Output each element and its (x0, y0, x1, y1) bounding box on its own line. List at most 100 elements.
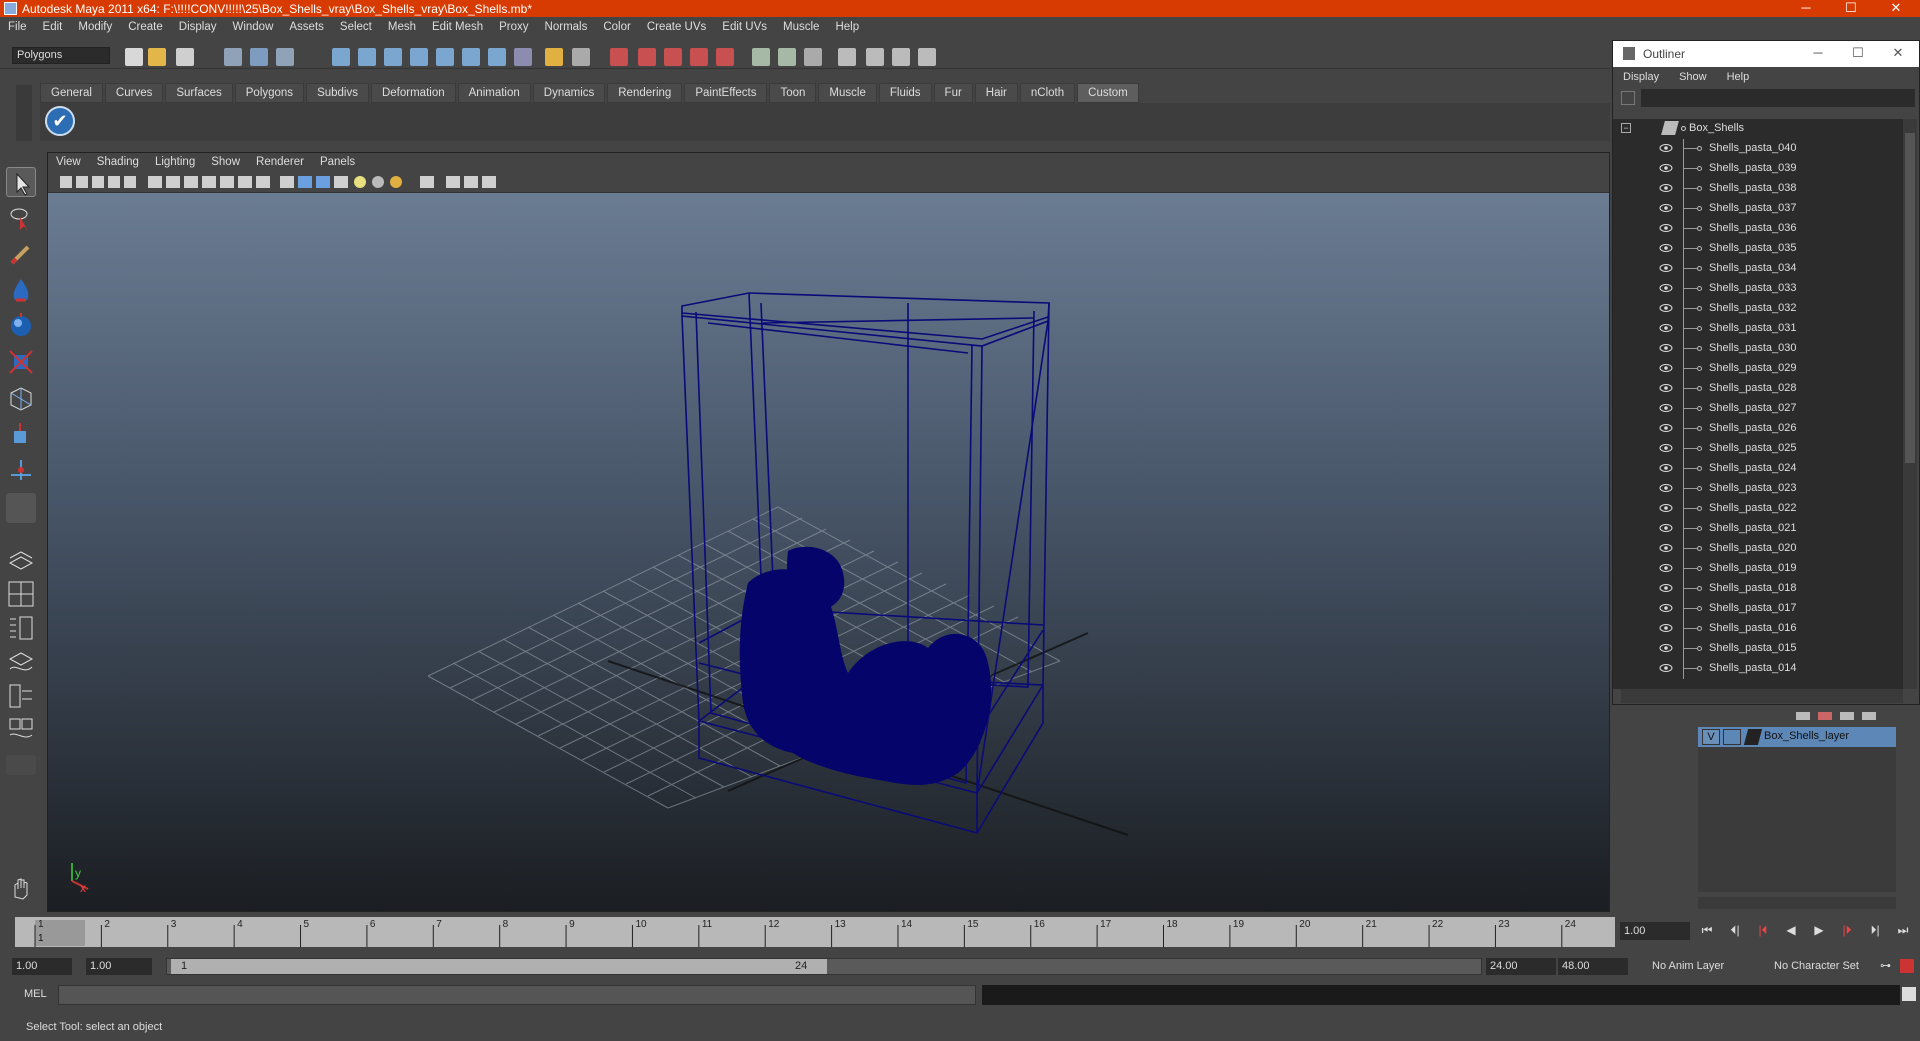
outliner-item[interactable]: Shells_pasta_022 (1613, 499, 1903, 519)
outliner-horizontal-scrollbar[interactable] (1621, 689, 1903, 703)
snap-live-icon[interactable] (462, 48, 480, 66)
layer-row[interactable]: V Box_Shells_layer (1698, 727, 1896, 747)
menu-edit-mesh[interactable]: Edit Mesh (424, 21, 491, 33)
play-backwards-button[interactable]: ◀ (1781, 923, 1801, 941)
snap-grid-icon[interactable] (332, 48, 350, 66)
field-chart-icon[interactable] (220, 176, 234, 188)
paint-select-tool-icon[interactable] (6, 239, 36, 269)
render-view-icon[interactable] (892, 48, 910, 66)
menu-assets[interactable]: Assets (281, 21, 332, 33)
snap-plane-icon[interactable] (410, 48, 428, 66)
hand-tool-icon[interactable] (6, 873, 36, 903)
menu-select[interactable]: Select (332, 21, 380, 33)
auto-key-icon[interactable]: ⊶ (1880, 959, 1896, 973)
select-highlight-icon[interactable] (572, 48, 590, 66)
layer-display-type-toggle[interactable] (1723, 729, 1741, 745)
snap-curve-icon[interactable] (358, 48, 376, 66)
tab-custom[interactable]: Custom (1077, 83, 1139, 103)
shelf-options-handle[interactable] (16, 85, 32, 141)
two-d-pan-icon[interactable] (124, 176, 136, 188)
menu-create[interactable]: Create (120, 21, 171, 33)
hypershade-icon[interactable] (716, 48, 734, 66)
outliner-item[interactable]: Shells_pasta_027 (1613, 399, 1903, 419)
menu-display[interactable]: Display (171, 21, 225, 33)
channel-box-icon[interactable] (752, 48, 770, 66)
single-perspective-layout-icon[interactable] (6, 545, 36, 575)
menu-modify[interactable]: Modify (70, 21, 120, 33)
menu-color[interactable]: Color (595, 21, 638, 33)
menu-file[interactable]: File (0, 21, 35, 33)
menu-normals[interactable]: Normals (537, 21, 596, 33)
wireframe-on-shaded-icon[interactable] (316, 176, 330, 188)
xray-joints-icon[interactable] (464, 176, 478, 188)
camera-manipulator-icon[interactable] (482, 176, 496, 188)
layer-buttons-icon[interactable] (1794, 709, 1904, 723)
tab-ncloth[interactable]: nCloth (1019, 83, 1076, 103)
outliner-minimize-button[interactable]: ─ (1803, 45, 1833, 63)
viewport-menu-view[interactable]: View (48, 156, 89, 168)
snap-view-icon[interactable] (488, 48, 506, 66)
outliner-item[interactable]: Shells_pasta_034 (1613, 259, 1903, 279)
tab-hair[interactable]: Hair (974, 83, 1018, 103)
lasso-tool-icon[interactable] (6, 203, 36, 233)
outliner-item[interactable]: Shells_pasta_031 (1613, 319, 1903, 339)
shadows-icon[interactable] (372, 176, 384, 188)
minimize-button[interactable]: ─ (1784, 0, 1828, 17)
tab-muscle[interactable]: Muscle (818, 83, 877, 103)
checkmark-shelf-icon[interactable]: ✔ (45, 106, 75, 136)
gate-mask-icon[interactable] (202, 176, 216, 188)
mode-dropdown[interactable]: Polygons (12, 47, 110, 64)
snap-surface-icon[interactable] (436, 48, 454, 66)
tab-subdivs[interactable]: Subdivs (306, 83, 369, 103)
default-light-icon[interactable] (354, 176, 366, 188)
move-tool-icon[interactable] (6, 311, 36, 341)
outliner-item[interactable]: Shells_pasta_026 (1613, 419, 1903, 439)
outliner-persp-layout-icon[interactable] (6, 613, 36, 643)
script-editor-button-icon[interactable] (1902, 987, 1916, 1001)
animation-preferences-icon[interactable] (1900, 959, 1914, 973)
construction-history-icon[interactable] (610, 48, 628, 66)
menu-edit-uvs[interactable]: Edit UVs (714, 21, 775, 33)
new-scene-icon[interactable] (125, 48, 143, 66)
outliner-item[interactable]: Shells_pasta_025 (1613, 439, 1903, 459)
outliner-item[interactable]: Shells_pasta_029 (1613, 359, 1903, 379)
mel-label[interactable]: MEL (24, 988, 47, 1000)
range-slider-track[interactable]: 1 24 (166, 958, 1482, 975)
resolution-gate-icon[interactable] (184, 176, 198, 188)
viewport-menu-shading[interactable]: Shading (89, 156, 147, 168)
step-forward-key-button[interactable]: ⏵| (1865, 923, 1885, 941)
outliner-item[interactable]: Shells_pasta_033 (1613, 279, 1903, 299)
smooth-shading-icon[interactable] (298, 176, 312, 188)
outliner-filter-icon[interactable] (1621, 91, 1635, 105)
attribute-editor-icon[interactable] (778, 48, 796, 66)
time-slider[interactable]: 1 2 3 4 5 6 7 8 9 10 11 12 13 14 15 16 17 18 19 20 21 22 23 24 1 (15, 917, 1615, 947)
layer-visibility-toggle[interactable]: V (1702, 729, 1720, 745)
menu-help[interactable]: Help (827, 21, 867, 33)
wireframe-shading-icon[interactable] (280, 176, 294, 188)
select-tool-icon[interactable] (6, 167, 36, 197)
ipr-render-icon[interactable] (664, 48, 682, 66)
outliner-menu-display[interactable]: Display (1613, 71, 1669, 83)
outliner-item[interactable]: Shells_pasta_014 (1613, 659, 1903, 679)
anim-layer-dropdown[interactable]: No Anim Layer (1648, 958, 1752, 975)
outliner-menu-show[interactable]: Show (1669, 71, 1717, 83)
outliner-item[interactable]: Shells_pasta_030 (1613, 339, 1903, 359)
tab-general[interactable]: General (40, 83, 103, 103)
outliner-maximize-button[interactable]: ☐ (1843, 45, 1873, 63)
outliner-item[interactable]: Shells_pasta_040 (1613, 139, 1903, 159)
tab-fluids[interactable]: Fluids (878, 83, 932, 103)
safe-action-icon[interactable] (238, 176, 252, 188)
viewport-menu-lighting[interactable]: Lighting (147, 156, 203, 168)
play-forwards-button[interactable]: ▶ (1809, 923, 1829, 941)
textured-icon[interactable] (334, 176, 348, 188)
outliner-item[interactable]: Shells_pasta_024 (1613, 459, 1903, 479)
render-frame-icon[interactable] (638, 48, 656, 66)
viewport-menu-renderer[interactable]: Renderer (248, 156, 312, 168)
outliner-item[interactable]: Shells_pasta_021 (1613, 519, 1903, 539)
all-lights-icon[interactable] (390, 176, 402, 188)
outliner-item[interactable]: Shells_pasta_035 (1613, 239, 1903, 259)
go-to-start-button[interactable]: ⏮ (1697, 923, 1717, 941)
menu-proxy[interactable]: Proxy (491, 21, 536, 33)
hypershade-layout-icon[interactable] (6, 681, 36, 711)
select-component-icon[interactable] (276, 48, 294, 66)
